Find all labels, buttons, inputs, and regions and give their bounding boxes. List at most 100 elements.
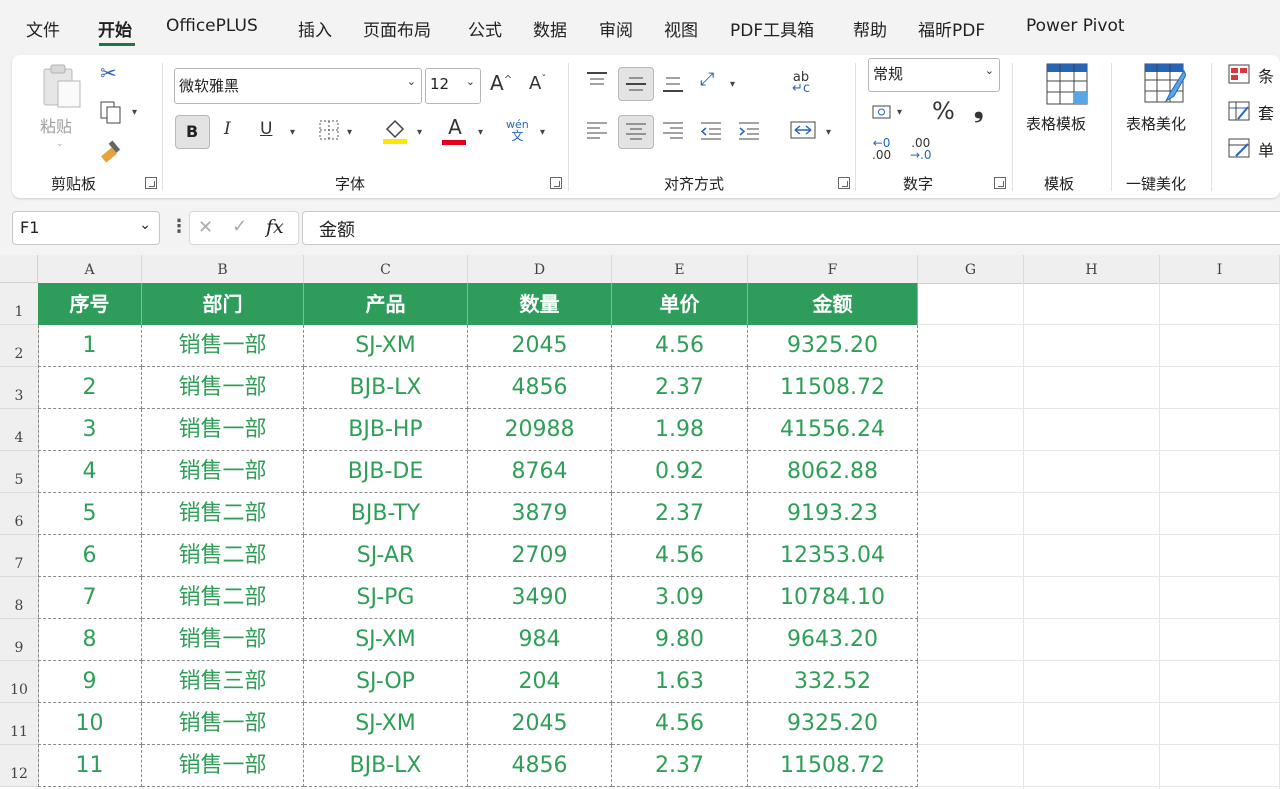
- header-cell[interactable]: 金额: [748, 283, 918, 325]
- table-cell[interactable]: 4856: [468, 367, 612, 409]
- table-cell[interactable]: 11: [38, 745, 142, 787]
- table-cell[interactable]: SJ-XM: [304, 325, 468, 367]
- table-cell[interactable]: 销售一部: [142, 745, 304, 787]
- menu-tab-3[interactable]: 插入: [298, 16, 332, 41]
- font-color-icon[interactable]: A: [442, 117, 468, 145]
- number-launcher-icon[interactable]: [994, 177, 1006, 189]
- cell-style-button[interactable]: 单: [1228, 137, 1280, 161]
- alignment-launcher-icon[interactable]: [838, 177, 850, 189]
- row-header-2[interactable]: 2: [0, 325, 39, 367]
- table-cell[interactable]: 4856: [468, 745, 612, 787]
- table-cell[interactable]: 204: [468, 661, 612, 703]
- menu-tab-12[interactable]: Power Pivot: [1026, 16, 1125, 36]
- table-cell[interactable]: SJ-XM: [304, 703, 468, 745]
- table-cell[interactable]: 9.80: [612, 619, 748, 661]
- border-dropdown-icon[interactable]: ▾: [347, 127, 352, 138]
- table-cell[interactable]: BJB-HP: [304, 409, 468, 451]
- table-cell[interactable]: 41556.24: [748, 409, 918, 451]
- table-cell[interactable]: SJ-PG: [304, 577, 468, 619]
- table-cell[interactable]: 9: [38, 661, 142, 703]
- header-cell[interactable]: 单价: [612, 283, 748, 325]
- table-cell[interactable]: 2: [38, 367, 142, 409]
- select-all-corner[interactable]: [0, 255, 38, 283]
- column-header-C[interactable]: C: [304, 255, 468, 284]
- column-header-F[interactable]: F: [748, 255, 918, 284]
- insert-function-icon[interactable]: fx: [266, 216, 284, 238]
- table-cell[interactable]: 2.37: [612, 745, 748, 787]
- row-header-9[interactable]: 9: [0, 619, 39, 661]
- column-header-I[interactable]: I: [1160, 255, 1280, 284]
- column-header-A[interactable]: A: [38, 255, 142, 284]
- menu-tab-1[interactable]: 开始: [98, 16, 132, 41]
- table-cell[interactable]: 6: [38, 535, 142, 577]
- menu-tab-9[interactable]: PDF工具箱: [730, 16, 814, 41]
- percent-icon[interactable]: %: [932, 99, 955, 123]
- copy-dropdown-icon[interactable]: ▾: [132, 107, 137, 118]
- table-cell[interactable]: 9325.20: [748, 325, 918, 367]
- table-cell[interactable]: SJ-XM: [304, 619, 468, 661]
- table-cell[interactable]: 1.63: [612, 661, 748, 703]
- table-cell[interactable]: 2709: [468, 535, 612, 577]
- table-cell[interactable]: BJB-TY: [304, 493, 468, 535]
- table-cell[interactable]: 10: [38, 703, 142, 745]
- fill-color-icon[interactable]: [382, 117, 408, 149]
- phonetic-icon[interactable]: wén 文: [506, 119, 529, 142]
- orientation-icon[interactable]: ⤢: [700, 71, 714, 89]
- menu-tab-6[interactable]: 数据: [533, 16, 567, 41]
- number-format-select[interactable]: 常规 ⌄: [868, 58, 1000, 92]
- table-cell[interactable]: SJ-AR: [304, 535, 468, 577]
- underline-button[interactable]: U: [260, 121, 272, 138]
- merge-dropdown-icon[interactable]: ▾: [826, 127, 831, 138]
- menu-tab-4[interactable]: 页面布局: [363, 16, 431, 41]
- header-cell[interactable]: 序号: [38, 283, 142, 325]
- fill-color-dropdown-icon[interactable]: ▾: [417, 127, 422, 138]
- table-cell[interactable]: 10784.10: [748, 577, 918, 619]
- table-cell[interactable]: 5: [38, 493, 142, 535]
- grow-font-icon[interactable]: A^: [490, 73, 512, 93]
- table-cell[interactable]: 8062.88: [748, 451, 918, 493]
- row-header-3[interactable]: 3: [0, 367, 39, 409]
- table-cell[interactable]: 销售二部: [142, 577, 304, 619]
- table-cell[interactable]: 11508.72: [748, 367, 918, 409]
- table-cell[interactable]: BJB-LX: [304, 745, 468, 787]
- row-header-11[interactable]: 11: [0, 703, 39, 745]
- formula-input[interactable]: 金额: [302, 211, 1280, 245]
- table-cell[interactable]: 8: [38, 619, 142, 661]
- table-cell[interactable]: BJB-LX: [304, 367, 468, 409]
- format-as-table-button[interactable]: 套: [1228, 100, 1280, 124]
- cut-icon[interactable]: ✂: [100, 63, 117, 83]
- table-cell[interactable]: BJB-DE: [304, 451, 468, 493]
- table-cell[interactable]: 332.52: [748, 661, 918, 703]
- table-cell[interactable]: 3.09: [612, 577, 748, 619]
- table-cell[interactable]: 9643.20: [748, 619, 918, 661]
- table-cell[interactable]: 0.92: [612, 451, 748, 493]
- table-cell[interactable]: 销售一部: [142, 325, 304, 367]
- align-middle-button[interactable]: [618, 67, 654, 101]
- table-cell[interactable]: 销售一部: [142, 409, 304, 451]
- chevron-down-icon[interactable]: ⌄: [139, 217, 151, 233]
- border-icon[interactable]: [318, 119, 340, 145]
- name-box[interactable]: F1 ⌄: [12, 211, 160, 245]
- align-bottom-icon[interactable]: [662, 75, 684, 97]
- table-cell[interactable]: 2.37: [612, 367, 748, 409]
- column-header-D[interactable]: D: [468, 255, 612, 284]
- column-header-B[interactable]: B: [142, 255, 304, 284]
- table-cell[interactable]: 11508.72: [748, 745, 918, 787]
- table-cell[interactable]: 9325.20: [748, 703, 918, 745]
- shrink-font-icon[interactable]: Aˇ: [529, 75, 546, 93]
- menu-tab-10[interactable]: 帮助: [853, 16, 887, 41]
- table-cell[interactable]: 3879: [468, 493, 612, 535]
- row-header-8[interactable]: 8: [0, 577, 39, 619]
- table-cell[interactable]: 9193.23: [748, 493, 918, 535]
- align-top-icon[interactable]: [586, 71, 608, 93]
- bold-button[interactable]: B: [175, 115, 210, 149]
- table-cell[interactable]: 销售一部: [142, 703, 304, 745]
- align-center-button[interactable]: [618, 115, 654, 149]
- check-icon[interactable]: ✓: [232, 216, 247, 237]
- table-template-button[interactable]: 表格模板: [1022, 63, 1112, 143]
- font-size-select[interactable]: 12 ⌄: [425, 68, 481, 104]
- currency-icon[interactable]: [872, 102, 896, 126]
- header-cell[interactable]: 数量: [468, 283, 612, 325]
- menu-tab-0[interactable]: 文件: [26, 16, 60, 41]
- table-cell[interactable]: 4.56: [612, 325, 748, 367]
